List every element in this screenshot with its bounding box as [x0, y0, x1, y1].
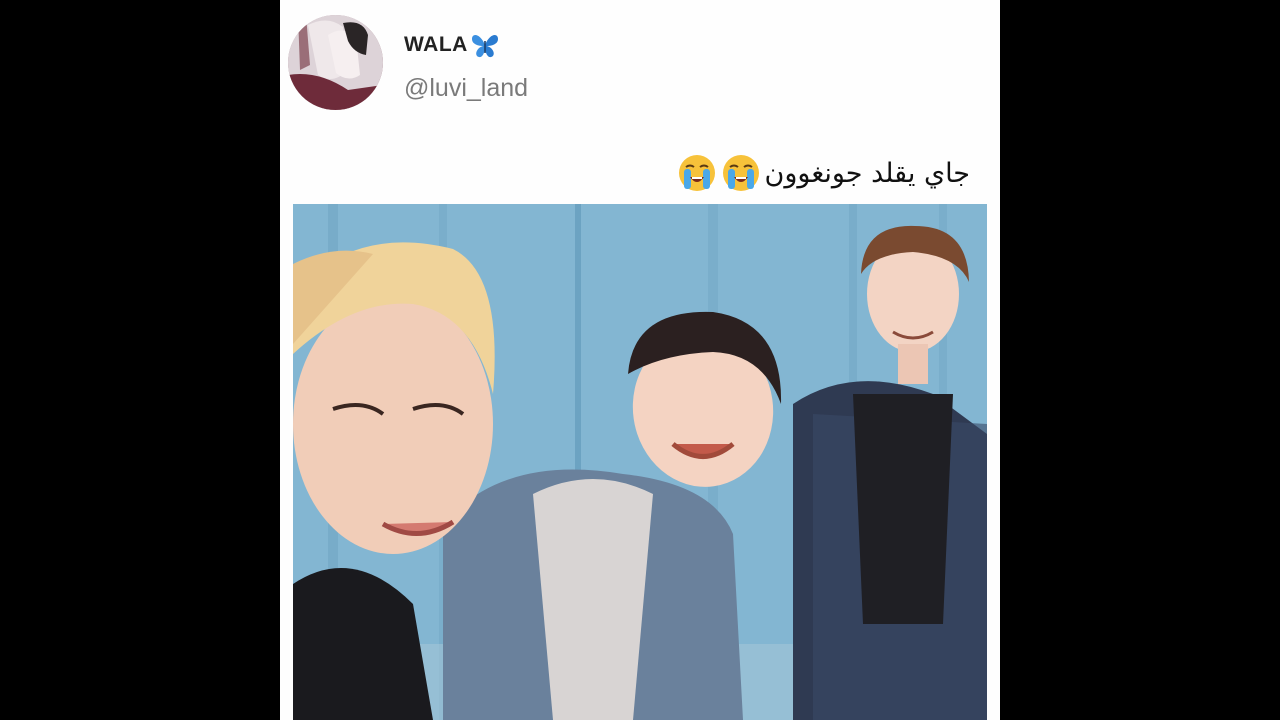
- username-handle[interactable]: @luvi_land: [404, 74, 528, 103]
- avatar[interactable]: [288, 15, 383, 110]
- display-name[interactable]: WALA: [404, 33, 468, 57]
- author-name-row: WALA: [404, 30, 500, 60]
- loudly-crying-face-icon: [678, 155, 715, 191]
- avatar-image: [288, 15, 383, 110]
- tweet-card: WALA @luvi_land جاي يقلد جونغوون: [280, 0, 1000, 720]
- photo-image: [293, 204, 987, 720]
- butterfly-icon: [471, 35, 498, 58]
- loudly-crying-face-icon: [722, 155, 759, 191]
- tweet-text: جاي يقلد جونغوون: [764, 157, 971, 189]
- tweet-media-photo[interactable]: [293, 204, 987, 720]
- tweet-text-row: جاي يقلد جونغوون: [677, 150, 971, 196]
